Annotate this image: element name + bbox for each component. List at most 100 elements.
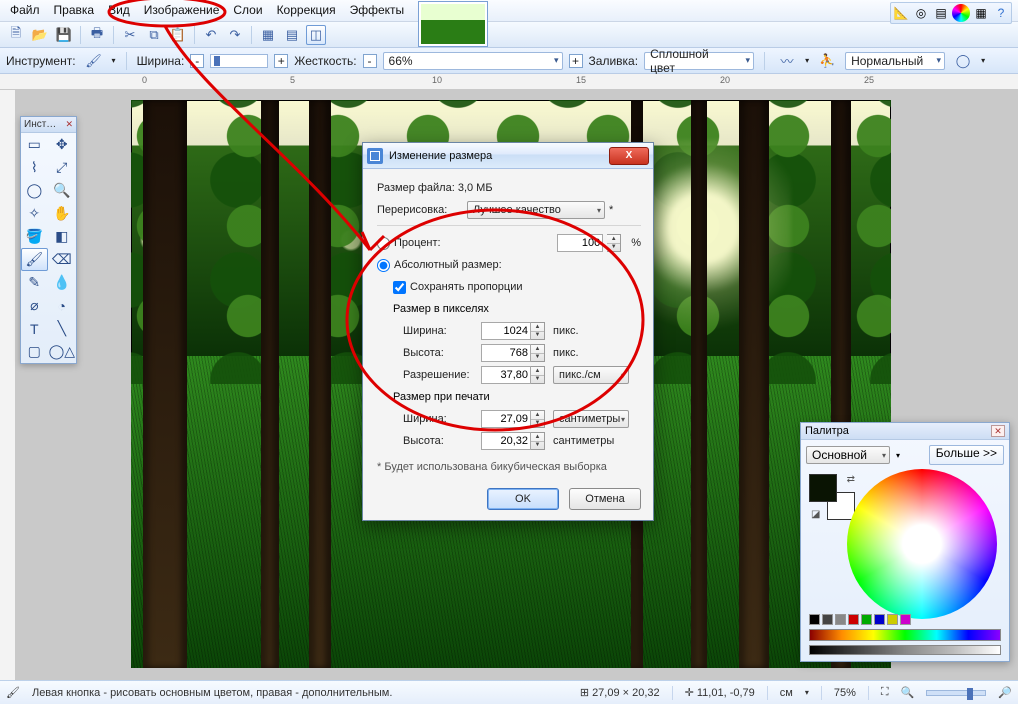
tool-line[interactable]: ╲ (48, 317, 76, 340)
keep-ratio-checkbox[interactable]: Сохранять пропорции (377, 276, 641, 298)
toolbox-titlebar[interactable]: Инст… ✕ (21, 117, 76, 133)
swatch[interactable] (874, 614, 885, 625)
color-wheel-icon[interactable] (952, 4, 970, 22)
help-icon[interactable]: ? (992, 4, 1010, 22)
print-width-spinner[interactable]: ▲▼ (531, 410, 545, 428)
ok-button[interactable]: OK (487, 488, 559, 510)
hardness-increase[interactable]: + (569, 54, 583, 68)
reset-colors-icon[interactable]: ◪ (811, 509, 820, 520)
fill-dropdown[interactable]: Сплошной цвет (644, 52, 754, 70)
tool-rect[interactable]: ▢ (21, 340, 48, 363)
brush-shape-icon[interactable]: 🖌 (84, 51, 104, 71)
percent-spinner[interactable]: ▲▼ (607, 234, 621, 252)
swatch[interactable] (822, 614, 833, 625)
resolution-input[interactable] (481, 366, 531, 384)
zoom-slider[interactable] (926, 690, 986, 696)
palette-titlebar[interactable]: Палитра ✕ (801, 423, 1009, 440)
fit-screen-icon[interactable]: ⛶ (881, 686, 889, 699)
menu-edit[interactable]: Правка (54, 3, 95, 17)
close-icon[interactable]: ✕ (62, 119, 76, 130)
undo-icon[interactable]: ↶ (201, 25, 221, 45)
tool-clone[interactable]: ⌀ (21, 294, 48, 317)
palette-close-icon[interactable]: ✕ (991, 425, 1005, 437)
zoom-in-icon[interactable]: 🔎 (998, 686, 1012, 699)
print-width-input[interactable] (481, 410, 531, 428)
resample-dropdown[interactable]: Лучшее качество (467, 201, 605, 219)
menu-effects[interactable]: Эффекты (350, 3, 405, 17)
print-icon[interactable]: 🖶 (87, 25, 107, 45)
width-spinner[interactable]: ▲▼ (531, 322, 545, 340)
tool-brush[interactable]: 🖌 (21, 248, 48, 271)
blend-dropdown[interactable]: Нормальный (845, 52, 945, 70)
tool-lasso[interactable]: ⌇ (21, 156, 48, 179)
history-icon[interactable]: ▦ (972, 4, 990, 22)
foreground-color-swatch[interactable] (809, 474, 837, 502)
resolution-spinner[interactable]: ▲▼ (531, 366, 545, 384)
brush-width-slider[interactable] (210, 54, 268, 68)
palette-more-button[interactable]: Больше >> (929, 445, 1004, 465)
preset-swatches[interactable] (809, 614, 911, 625)
width-input[interactable] (481, 322, 531, 340)
save-icon[interactable]: 💾 (54, 25, 74, 45)
tool-zoom[interactable]: 🔍 (48, 179, 76, 202)
target-icon[interactable]: ◎ (912, 4, 930, 22)
menu-file[interactable]: Файл (10, 3, 40, 17)
menu-layers[interactable]: Слои (233, 3, 262, 17)
tool-eyedropper[interactable]: 💧 (48, 271, 76, 294)
cut-icon[interactable]: ✂ (120, 25, 140, 45)
copy-icon[interactable]: ⧉ (144, 25, 164, 45)
palette-set-arrow[interactable]: ▾ (896, 451, 900, 460)
hardness-field[interactable]: 66% (383, 52, 563, 70)
tool-pencil[interactable]: ✎ (21, 271, 48, 294)
document-thumbnail[interactable] (418, 1, 488, 47)
value-ramp[interactable] (809, 645, 1001, 655)
swatch[interactable] (809, 614, 820, 625)
hue-ramp[interactable] (809, 629, 1001, 641)
curve-icon[interactable]: 〰 (777, 51, 797, 71)
tool-ellipse-select[interactable]: ◯ (21, 179, 48, 202)
brush-width-decrease[interactable]: - (190, 54, 204, 68)
swatch[interactable] (900, 614, 911, 625)
tool-rect-select[interactable]: ▭ (21, 133, 48, 156)
color-wheel[interactable] (847, 469, 997, 619)
swap-colors-icon[interactable]: ⇄ (847, 474, 855, 485)
menu-view[interactable]: Вид (108, 3, 130, 17)
tool-shapes[interactable]: ◯△ (48, 340, 76, 363)
menu-image[interactable]: Изображение (144, 3, 220, 17)
tool-text[interactable]: T (21, 317, 48, 340)
tool-fill[interactable]: 🪣 (21, 225, 48, 248)
guides-icon[interactable]: ▤ (282, 25, 302, 45)
tool-gradient[interactable]: ◧ (48, 225, 76, 248)
antialias-icon[interactable]: ◯ (953, 51, 973, 71)
paste-icon[interactable]: 📋 (168, 25, 188, 45)
percent-radio[interactable]: Процент: ▲▼ % (377, 232, 641, 254)
new-icon[interactable]: 🗎 (6, 25, 26, 45)
ruler-icon[interactable]: 📐 (892, 4, 910, 22)
color-swatches[interactable]: ⇄ ◪ (809, 474, 855, 520)
print-height-spinner[interactable]: ▲▼ (531, 432, 545, 450)
menu-adjust[interactable]: Коррекция (277, 3, 336, 17)
tool-hand[interactable]: ✋ (48, 202, 76, 225)
tool-eraser[interactable]: ⌫ (48, 248, 76, 271)
height-input[interactable] (481, 344, 531, 362)
swatch[interactable] (848, 614, 859, 625)
person-icon[interactable]: ⛹ (817, 51, 837, 71)
dialog-titlebar[interactable]: Изменение размера X (363, 143, 653, 169)
palette-set-dropdown[interactable]: Основной (806, 446, 890, 464)
open-icon[interactable]: 📂 (30, 25, 50, 45)
layers-panel-icon[interactable]: ▤ (932, 4, 950, 22)
status-unit[interactable]: см (780, 687, 793, 699)
brush-width-increase[interactable]: + (274, 54, 288, 68)
print-height-input[interactable] (481, 432, 531, 450)
hardness-decrease[interactable]: - (363, 54, 377, 68)
tool-transform[interactable]: ⤢ (48, 156, 76, 179)
absolute-radio[interactable]: Абсолютный размер: (377, 254, 641, 276)
status-zoom[interactable]: 75% (834, 687, 856, 699)
resolution-unit-dropdown[interactable]: пикс./см (553, 366, 629, 384)
tool-replace-color[interactable]: ◔ (48, 294, 76, 317)
swatch[interactable] (835, 614, 846, 625)
zoom-out-icon[interactable]: 🔍 (901, 686, 915, 699)
swatch[interactable] (861, 614, 872, 625)
tool-move[interactable]: ✥ (48, 133, 76, 156)
dialog-close-button[interactable]: X (609, 147, 649, 165)
